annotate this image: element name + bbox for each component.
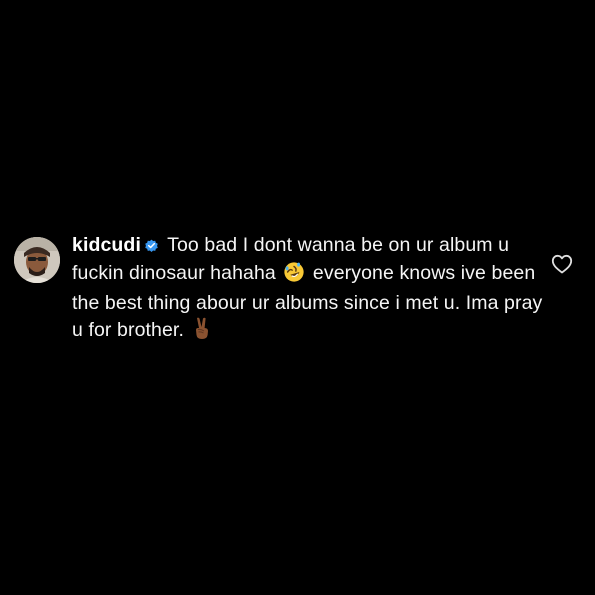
avatar-image (14, 237, 60, 283)
victory-hand-icon (192, 316, 212, 347)
username[interactable]: kidcudi (72, 234, 141, 256)
avatar[interactable] (14, 237, 60, 283)
comment-body: kidcudi Too bad I dont wanna be on ur al… (72, 232, 552, 347)
comment-row: kidcudi Too bad I dont wanna be on ur al… (14, 232, 574, 347)
like-heart-icon[interactable] (550, 252, 574, 276)
verified-badge-icon (144, 234, 159, 260)
rolling-on-floor-laughing-icon (283, 261, 305, 290)
